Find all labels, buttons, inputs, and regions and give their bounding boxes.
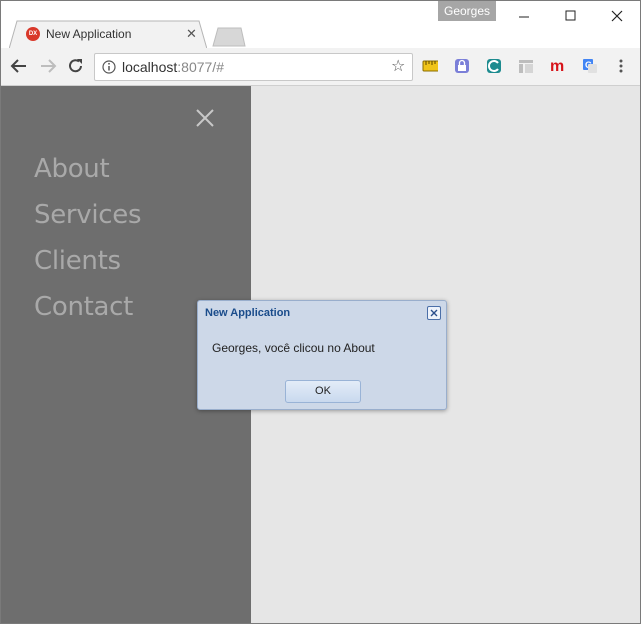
minimize-icon [519, 16, 529, 18]
close-icon [611, 10, 623, 22]
nav-link-about[interactable]: About [34, 154, 110, 184]
ok-button[interactable]: OK [285, 380, 361, 403]
maximize-button[interactable] [548, 1, 594, 31]
close-icon [430, 309, 438, 317]
browser-window: Georges DX New Application ✕ localhost:8… [0, 0, 641, 624]
mendeley-extension-icon[interactable]: m [549, 58, 565, 74]
tab-title: New Application [46, 27, 132, 41]
profile-button[interactable]: Georges [438, 1, 496, 21]
dialog-message: Georges, você clicou no About [212, 341, 375, 355]
message-dialog: New Application Georges, você clicou no … [197, 300, 447, 410]
sidenav-close-icon[interactable] [195, 108, 215, 128]
info-icon[interactable] [102, 60, 116, 74]
minimize-button[interactable] [502, 1, 548, 31]
lock-extension-icon[interactable] [454, 58, 470, 74]
layout-extension-icon[interactable] [518, 58, 534, 74]
translate-extension-icon[interactable]: G [582, 58, 598, 74]
bookmark-star-icon[interactable]: ☆ [391, 58, 405, 76]
url-text: localhost:8077/# [122, 59, 224, 75]
nav-link-services[interactable]: Services [34, 200, 142, 230]
tab-close-icon[interactable]: ✕ [186, 27, 197, 40]
ruler-extension-icon[interactable] [422, 58, 438, 74]
address-bar[interactable]: localhost:8077/# ☆ [94, 53, 413, 81]
title-bar: Georges DX New Application ✕ [1, 1, 640, 49]
maximize-icon [565, 10, 576, 21]
window-close-button[interactable] [594, 1, 640, 31]
browser-tab[interactable]: DX New Application ✕ [9, 20, 207, 49]
edge-extension-icon[interactable] [486, 58, 502, 74]
nav-link-clients[interactable]: Clients [34, 246, 121, 276]
url-host: localhost [122, 59, 178, 75]
url-path: :8077/# [177, 59, 224, 75]
back-icon[interactable] [10, 57, 28, 75]
dialog-title: New Application [205, 307, 291, 319]
nav-link-contact[interactable]: Contact [34, 292, 133, 322]
forward-icon[interactable] [39, 57, 57, 75]
dialog-close-button[interactable] [427, 306, 441, 320]
svg-text:m: m [550, 58, 564, 74]
new-tab-button[interactable] [211, 27, 247, 47]
toolbar: localhost:8077/# ☆ m G [1, 48, 640, 86]
menu-icon[interactable] [618, 58, 624, 74]
favicon-icon: DX [26, 27, 40, 41]
reload-icon[interactable] [67, 57, 85, 75]
